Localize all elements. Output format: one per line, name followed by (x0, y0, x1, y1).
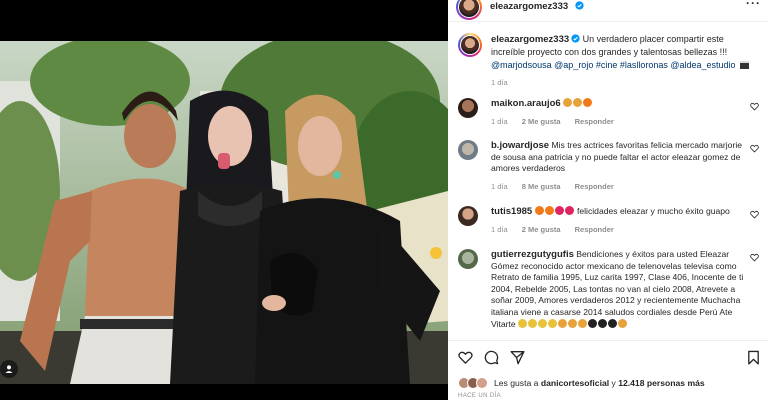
share-send-icon[interactable] (510, 350, 525, 365)
post-timestamp: HACE UN DÍA (458, 393, 502, 399)
comment-time: 1 día (491, 224, 508, 234)
emoji-icon (518, 318, 528, 328)
caption-time: 1 día (491, 78, 508, 88)
commenter-username[interactable]: maikon.araujo6 (491, 98, 561, 109)
like-comment-heart-icon[interactable] (750, 102, 759, 111)
emoji-icon (563, 98, 573, 107)
post-sidebar: eleazargomez333 ··· eleazargomez333 Un v… (448, 0, 768, 400)
like-heart-icon[interactable] (458, 350, 473, 365)
emoji-icon (558, 318, 568, 328)
emoji-icon (583, 98, 593, 107)
comment-likes[interactable]: 2 Me gusta (522, 225, 561, 234)
post-header: eleazargomez333 ··· (448, 0, 768, 22)
comment-emojis (518, 318, 628, 329)
commenter-avatar[interactable] (458, 249, 478, 269)
emoji-icon (608, 318, 618, 328)
emoji-icon (534, 206, 544, 215)
liker-avatars[interactable] (458, 377, 490, 389)
comment-time: 1 día (491, 116, 508, 126)
emoji-icon (528, 318, 538, 328)
emoji-icon (554, 206, 564, 215)
commenter-username[interactable]: tutis1985 (491, 206, 532, 217)
photo-scene (0, 41, 448, 384)
commenter-avatar[interactable] (458, 98, 478, 118)
emoji-icon (573, 98, 583, 107)
comment-emojis (563, 98, 593, 108)
verified-badge-icon (571, 34, 580, 43)
post-media (0, 0, 448, 400)
comment-icon[interactable] (484, 350, 499, 365)
comments-list[interactable]: eleazargomez333 Un verdadero placer comp… (448, 23, 768, 340)
likes-count[interactable]: 12.418 personas más (618, 378, 704, 388)
caption-tags[interactable]: @marjodsousa @ap_rojo #cine #laslloronas… (491, 60, 736, 70)
likes-prefix: Les gusta a (494, 378, 541, 388)
author-username[interactable]: eleazargomez333 (490, 1, 568, 12)
caption-avatar[interactable] (458, 33, 482, 57)
clapper-emoji-icon (740, 60, 750, 69)
instagram-post-view: eleazargomez333 ··· eleazargomez333 Un v… (0, 0, 768, 400)
comment-likes[interactable]: 2 Me gusta (522, 117, 561, 126)
emoji-icon (568, 318, 578, 328)
comment-text: felicidades eleazar y mucho éxito guapo (576, 206, 730, 216)
emoji-icon (548, 318, 558, 328)
emoji-icon (588, 318, 598, 328)
emoji-icon (578, 318, 588, 328)
reply-button[interactable]: Responder (575, 117, 614, 126)
like-comment-heart-icon[interactable] (750, 210, 759, 219)
emoji-icon (618, 318, 628, 328)
emoji-icon (598, 318, 608, 328)
commenter-username[interactable]: b.jowardjose (491, 140, 549, 151)
emoji-icon (538, 318, 548, 328)
emoji-icon (544, 206, 554, 215)
post-photo[interactable] (0, 41, 448, 384)
caption-username[interactable]: eleazargomez333 (491, 34, 569, 45)
comment-time: 1 día (491, 181, 508, 191)
like-comment-heart-icon[interactable] (750, 253, 759, 262)
liker-username[interactable]: danicortesoficial (541, 378, 609, 388)
reply-button[interactable]: Responder (575, 182, 614, 191)
likes-middle: y (609, 378, 619, 388)
more-options-button[interactable]: ··· (746, 0, 761, 10)
verified-badge-icon (574, 1, 584, 10)
reply-button[interactable]: Responder (575, 225, 614, 234)
comment-emojis (534, 206, 575, 216)
person-icon (5, 365, 13, 373)
author-avatar[interactable] (456, 0, 482, 20)
like-comment-heart-icon[interactable] (750, 144, 759, 153)
emoji-icon (564, 206, 574, 215)
commenter-username[interactable]: gutierrezgutygufis (491, 249, 574, 260)
save-bookmark-icon[interactable] (746, 350, 761, 365)
commenter-avatar[interactable] (458, 206, 478, 226)
commenter-avatar[interactable] (458, 140, 478, 160)
comment-text: Bendiciones y éxitos para usted Eleazar … (491, 249, 744, 329)
post-actions: Les gusta a danicortesoficial y 12.418 p… (448, 340, 768, 400)
comment-likes[interactable]: 8 Me gusta (522, 182, 561, 191)
likes-summary: Les gusta a danicortesoficial y 12.418 p… (458, 377, 705, 389)
tagged-people-button[interactable] (0, 360, 18, 378)
